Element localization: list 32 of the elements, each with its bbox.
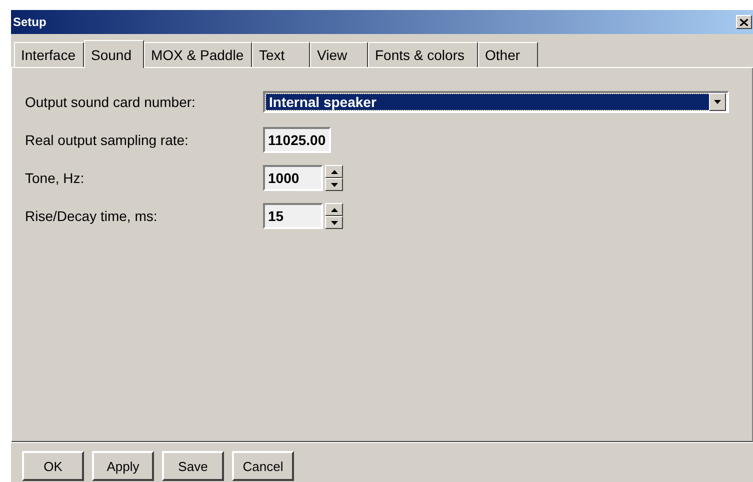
- spin-down-button[interactable]: [325, 216, 343, 229]
- tab[interactable]: Other: [478, 42, 538, 67]
- spin-up-button[interactable]: [325, 165, 343, 178]
- tab[interactable]: Interface: [14, 42, 84, 67]
- tab[interactable]: View: [310, 42, 368, 67]
- input-field[interactable]: 15: [263, 203, 323, 229]
- tab[interactable]: Text: [252, 42, 310, 67]
- tab[interactable]: Fonts & colors: [368, 42, 478, 67]
- caret-icon: [714, 100, 721, 104]
- dialog-button[interactable]: Cancel: [232, 451, 294, 481]
- caret-up-icon: [330, 170, 338, 174]
- caret-up-icon: [330, 208, 338, 212]
- spin-down-button[interactable]: [325, 178, 343, 191]
- dropdown-button[interactable]: [709, 93, 726, 111]
- field-label: Tone, Hz:: [25, 170, 86, 186]
- field-label: Real output sampling rate:: [25, 132, 190, 148]
- field-label: Rise/Decay time, ms:: [25, 208, 158, 224]
- field-label: Output sound card number:: [25, 94, 196, 110]
- dialog-button[interactable]: OK: [22, 451, 84, 481]
- input-field[interactable]: 1000: [263, 165, 323, 191]
- window-title: Setup: [13, 15, 46, 29]
- input-field[interactable]: 11025.00: [263, 127, 331, 153]
- caret-down-icon: [330, 182, 338, 186]
- close-button[interactable]: [736, 15, 752, 29]
- dialog-button[interactable]: Save: [162, 451, 224, 481]
- tab[interactable]: MOX & Paddle: [144, 42, 252, 67]
- dialog-button[interactable]: Apply: [92, 451, 154, 481]
- tab[interactable]: Sound: [84, 40, 144, 68]
- caret-down-icon: [330, 220, 338, 224]
- dropdown-field[interactable]: Internal speaker: [263, 91, 729, 113]
- close-icon: [740, 18, 748, 26]
- spin-up-button[interactable]: [325, 203, 343, 216]
